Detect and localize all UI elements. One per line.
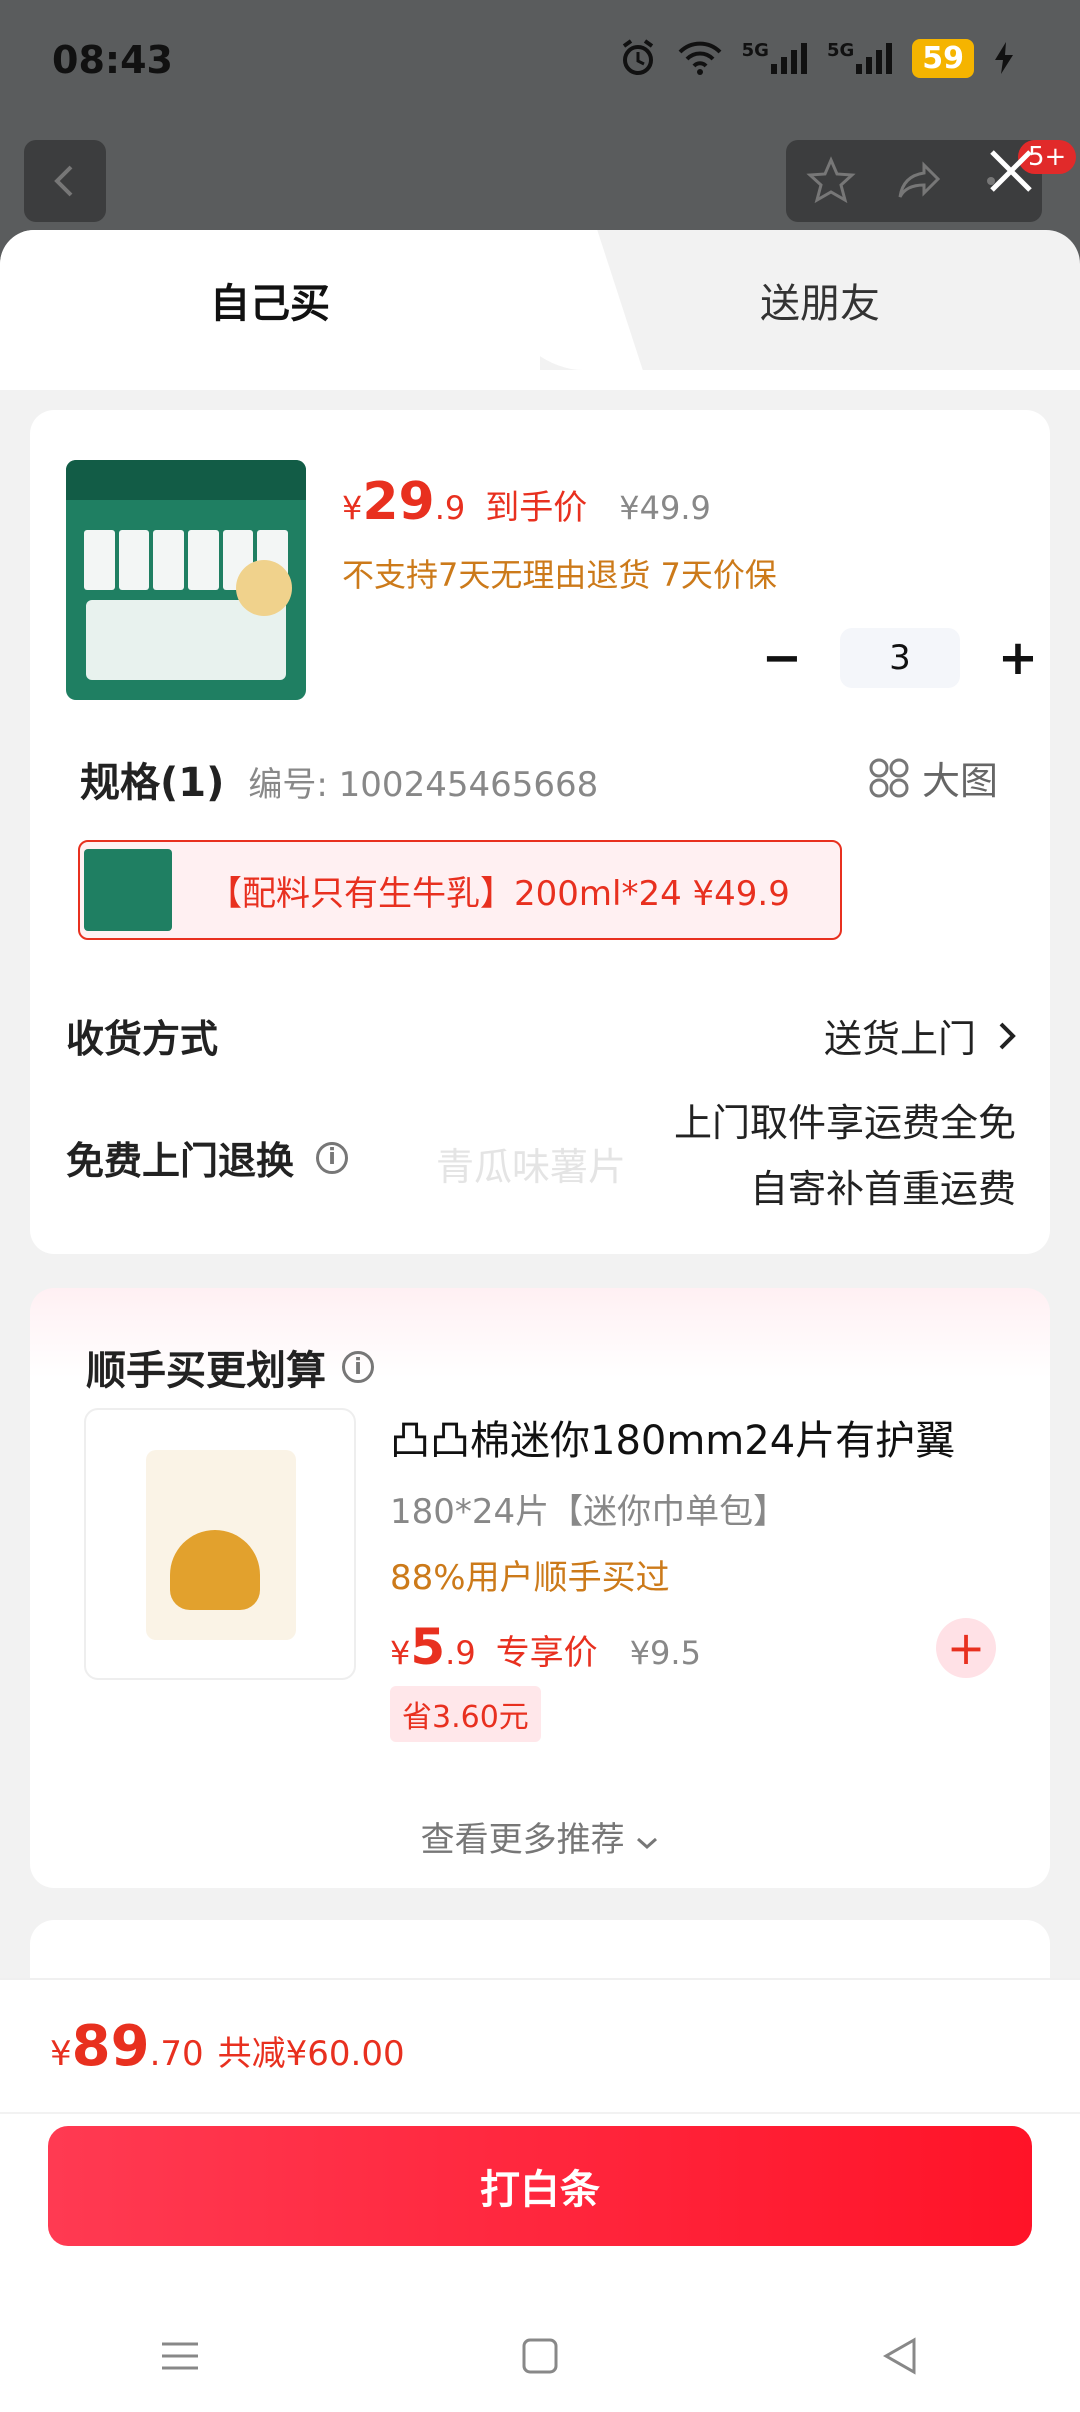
currency-symbol: ¥ — [342, 489, 363, 527]
spec-option-label: 【配料只有生牛乳】200ml*24 ¥49.9 — [208, 873, 790, 914]
price-decimal: .9 — [434, 489, 466, 527]
chevron-down-icon — [637, 1837, 658, 1850]
big-view-button[interactable]: 大图 — [868, 750, 998, 805]
alarm-icon — [618, 38, 658, 78]
charging-icon — [992, 40, 1016, 76]
back-button[interactable] — [24, 140, 106, 222]
info-icon[interactable]: i — [316, 1141, 349, 1174]
free-return-details: 上门取件享运费全免 自寄补首重运费 — [674, 1090, 1016, 1222]
spec-option-thumbnail — [84, 849, 172, 931]
network-type-label: 5G — [826, 40, 855, 61]
total-price-row: ¥ 89 .70 共减¥60.00 — [50, 2014, 405, 2079]
addon-section-title: 顺手买更划算 i — [86, 1338, 374, 1396]
savings-badge: 省3.60元 — [390, 1686, 541, 1742]
decrease-button[interactable]: − — [750, 626, 814, 690]
product-price-row: ¥29.9 到手价 ¥49.9 — [342, 472, 711, 532]
divider — [0, 2112, 1080, 2114]
delivery-value: 送货上门 — [823, 1017, 976, 1061]
price-decimal: .9 — [445, 1634, 476, 1672]
signal-icon-2: 5G — [827, 40, 894, 76]
battery-indicator: 59 — [912, 38, 974, 78]
addon-price-tag: 专享价 — [495, 1633, 598, 1673]
status-icons: 5G 5G 59 — [618, 38, 1016, 78]
total-decimal: .70 — [149, 2034, 204, 2074]
quantity-stepper: − 3 + — [750, 626, 1050, 690]
original-price: ¥49.9 — [619, 489, 711, 527]
addon-section-label: 顺手买更划算 — [86, 1348, 326, 1394]
spec-header: 规格(1) 编号: 100245465668 大图 — [80, 750, 1030, 808]
watermark-text: 青瓜味薯片 — [436, 1145, 627, 1189]
delivery-method-row[interactable]: 收货方式 送货上门 — [66, 1008, 1016, 1063]
spec-title: 规格(1) — [80, 760, 225, 806]
free-return-label: 免费上门退换 — [66, 1139, 295, 1183]
increase-button[interactable]: + — [986, 626, 1050, 690]
status-time: 08:43 — [52, 38, 173, 82]
purchase-tabs: 送朋友 自己买 — [0, 230, 1080, 390]
addon-price-row: ¥5.9 专享价 ¥9.5 — [390, 1618, 701, 1676]
home-icon[interactable] — [518, 2334, 562, 2378]
return-detail-line: 上门取件享运费全免 — [673, 1101, 1016, 1145]
addon-product-image[interactable] — [84, 1408, 356, 1680]
spec-option-selected[interactable]: 【配料只有生牛乳】200ml*24 ¥49.9 — [78, 840, 842, 940]
chevron-right-icon — [999, 1022, 1016, 1049]
return-policy-note: 不支持7天无理由退货 7天价保 — [342, 556, 777, 594]
close-icon[interactable] — [980, 140, 1042, 202]
product-card: ¥29.9 到手价 ¥49.9 不支持7天无理由退货 7天价保 − 3 + 规格… — [30, 410, 1050, 1254]
addon-product-name[interactable]: 凸凸棉迷你180mm24片有护翼 — [390, 1408, 955, 1466]
addon-price: ¥5.9 — [390, 1618, 476, 1676]
price-tag-label: 到手价 — [485, 488, 588, 528]
back-icon[interactable] — [878, 2334, 922, 2378]
currency-symbol: ¥ — [50, 2034, 72, 2074]
network-type-label: 5G — [741, 40, 769, 61]
tab-underlay — [0, 370, 1080, 390]
addon-original-price: ¥9.5 — [629, 1634, 701, 1672]
delivery-value-wrap: 送货上门 — [824, 1008, 1016, 1063]
quantity-value[interactable]: 3 — [840, 628, 960, 688]
system-nav-bar — [0, 2300, 1080, 2412]
more-recommendations-link[interactable]: 查看更多推荐 — [30, 1812, 1050, 1861]
big-view-label: 大图 — [921, 759, 998, 803]
addon-card: 顺手买更划算 i 凸凸棉迷你180mm24片有护翼 180*24片【迷你巾单包】… — [30, 1288, 1050, 1888]
chevron-left-icon — [54, 165, 73, 197]
info-icon[interactable]: i — [342, 1351, 374, 1383]
free-return-label-wrap: 免费上门退换 i — [66, 1130, 349, 1185]
star-icon[interactable] — [805, 155, 857, 207]
tab-gift-friend[interactable]: 送朋友 — [560, 230, 1080, 370]
product-code: 编号: 100245465668 — [248, 765, 599, 805]
pay-baitiao-button[interactable]: 打白条 — [48, 2126, 1032, 2246]
share-icon[interactable] — [894, 155, 946, 207]
add-addon-button[interactable]: + — [936, 1618, 996, 1678]
price-integer: 5 — [410, 1618, 446, 1676]
more-recommendations-label: 查看更多推荐 — [420, 1820, 625, 1860]
grid-icon — [869, 758, 909, 797]
price-integer: 29 — [362, 472, 435, 532]
tab-buy-self[interactable]: 自己买 — [0, 230, 540, 370]
addon-product-spec: 180*24片【迷你巾单包】 — [390, 1492, 788, 1532]
menu-icon[interactable] — [158, 2334, 202, 2378]
currency-symbol: ¥ — [390, 1634, 411, 1672]
product-price: ¥29.9 — [342, 472, 465, 532]
status-bar: 08:43 5G 5G 59 — [0, 0, 1080, 120]
signal-icon-1: 5G — [742, 40, 809, 76]
product-image[interactable] — [66, 460, 306, 700]
free-return-row: 免费上门退换 i 青瓜味薯片 上门取件享运费全免 自寄补首重运费 — [66, 1090, 1016, 1230]
delivery-label: 收货方式 — [66, 1017, 219, 1061]
return-detail-line: 自寄补首重运费 — [749, 1167, 1016, 1211]
total-savings: 共减¥60.00 — [217, 2034, 405, 2074]
total-integer: 89 — [71, 2014, 150, 2079]
addon-purchase-rate: 88%用户顺手买过 — [390, 1558, 670, 1598]
wifi-icon — [676, 40, 724, 76]
